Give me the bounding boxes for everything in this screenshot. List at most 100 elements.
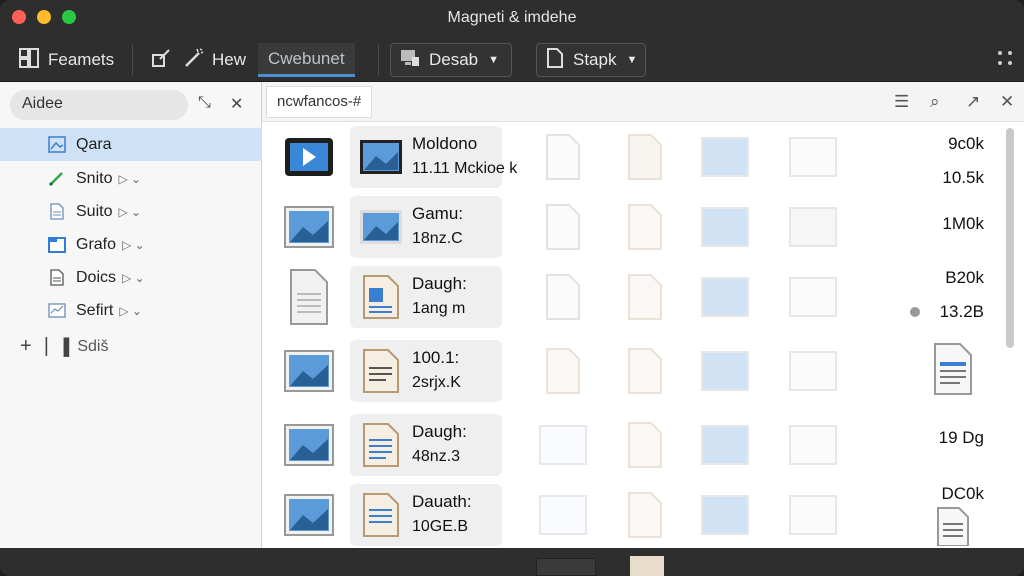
chevron-right-icon[interactable]: ▷ ⌄: [118, 172, 141, 186]
app-window: Magneti & imdehe Feamets Hew Cwebunet De…: [0, 0, 1024, 576]
sidebar-item-qara[interactable]: Qara: [0, 128, 262, 161]
image-thumbnail[interactable]: [786, 200, 840, 254]
image-thumbnail[interactable]: [698, 344, 752, 398]
pen-icon: [48, 172, 63, 187]
file-thumbnail[interactable]: [536, 344, 590, 398]
file-thumbnail[interactable]: [536, 270, 590, 324]
image-thumbnail[interactable]: [786, 270, 840, 324]
image-thumbnail[interactable]: [698, 418, 752, 472]
document-icon: [546, 134, 580, 180]
file-thumbnail[interactable]: [618, 130, 672, 184]
file-info-card[interactable]: Dauath: 10GE.B: [350, 484, 502, 546]
image-icon: [701, 425, 749, 465]
file-info-card[interactable]: 100.1: 2srjx.K: [350, 340, 502, 402]
share-dropdown[interactable]: Stapk ▼: [536, 43, 646, 77]
image-thumbnail[interactable]: [786, 418, 840, 472]
file-info-card[interactable]: Daugh: 1ang m: [350, 266, 502, 328]
sidebar-item-grafo[interactable]: Grafo ▷ ⌄: [0, 228, 262, 261]
chevron-right-icon[interactable]: ▷ ⌄: [122, 238, 145, 252]
collapse-icon[interactable]: ⤡: [198, 94, 211, 112]
image-thumbnail[interactable]: [282, 344, 336, 398]
grid-dots-icon: [996, 49, 1014, 72]
image-icon: [284, 206, 334, 248]
image-thumbnail[interactable]: [698, 488, 752, 542]
document-icon: [628, 492, 662, 538]
bar-icon: ▏▐: [45, 338, 70, 356]
image-thumbnail[interactable]: [536, 418, 590, 472]
image-thumbnail[interactable]: [786, 130, 840, 184]
sort-icon[interactable]: ☰: [894, 92, 909, 112]
file-size: 9c0k: [948, 134, 984, 153]
file-info-card[interactable]: Gamu: 18nz.C: [350, 196, 502, 258]
sidebar-item-suito[interactable]: Suito ▷ ⌄: [0, 195, 262, 228]
image-thumbnail[interactable]: [786, 488, 840, 542]
document-preview[interactable]: [926, 342, 980, 396]
close-icon[interactable]: ✕: [1000, 92, 1014, 112]
scrollbar-thumb[interactable]: [1006, 128, 1014, 348]
image-icon: [284, 424, 334, 466]
sidebar-item-label: Doics: [76, 268, 117, 286]
file-size: DC0k: [941, 484, 984, 503]
sidebar-item-label: Sefirt: [76, 301, 114, 319]
file-name: Moldono: [412, 134, 478, 153]
close-icon[interactable]: ✕: [230, 94, 243, 114]
file-row[interactable]: 100.1: 2srjx.K: [262, 338, 1002, 404]
sidebar-item-doics[interactable]: Doics ▷ ⌄: [0, 261, 262, 294]
title-bar: Magneti & imdehe: [0, 0, 1024, 36]
file-thumbnail[interactable]: [618, 488, 672, 542]
document-icon: [628, 134, 662, 180]
file-thumbnail[interactable]: [618, 200, 672, 254]
image-thumbnail[interactable]: [698, 200, 752, 254]
status-indicator: [536, 558, 596, 576]
file-row[interactable]: Daugh: 48nz.3 19 Dg: [262, 412, 1002, 478]
add-location-label: Sdiš: [77, 337, 109, 355]
more-options-button[interactable]: [988, 43, 1022, 77]
chevron-right-icon[interactable]: ▷ ⌄: [118, 205, 141, 219]
image-icon: [701, 495, 749, 535]
file-row[interactable]: Dauath: 10GE.B DC0k: [262, 482, 1002, 548]
add-location-button[interactable]: + ▏▐ Sdiš: [0, 330, 262, 363]
desktop-label: Desab: [429, 50, 479, 69]
file-grid: Moldono 11.11 Mckioe k 9c0k 10.5k Gamu:: [262, 122, 1002, 548]
image-thumbnail[interactable]: [698, 270, 752, 324]
image-icon: [48, 136, 66, 153]
chevron-right-icon[interactable]: ▷ ⌄: [122, 271, 145, 285]
vertical-scrollbar[interactable]: [1004, 128, 1016, 538]
file-size: 10.5k: [942, 168, 984, 187]
file-thumbnail[interactable]: [618, 270, 672, 324]
video-thumbnail[interactable]: [282, 130, 336, 184]
image-thumbnail[interactable]: [786, 344, 840, 398]
image-thumbnail[interactable]: [698, 130, 752, 184]
file-info-card[interactable]: Moldono 11.11 Mckioe k: [350, 126, 517, 188]
chart-icon: [48, 303, 66, 318]
image-thumbnail[interactable]: [282, 418, 336, 472]
file-thumbnail[interactable]: [536, 130, 590, 184]
search-input[interactable]: Aidee: [10, 90, 188, 120]
desktop-dropdown[interactable]: Desab ▼: [390, 43, 512, 77]
file-row[interactable]: Daugh: 1ang m B20k 13.2B: [262, 264, 1002, 330]
sidebar-item-sefirt[interactable]: Sefirt ▷ ⌄: [0, 294, 262, 327]
sidebar-item-label: Grafo: [76, 235, 117, 253]
file-row[interactable]: Gamu: 18nz.C 1M0k: [262, 194, 1002, 260]
image-thumbnail[interactable]: [536, 488, 590, 542]
file-row[interactable]: Moldono 11.11 Mckioe k 9c0k 10.5k: [262, 124, 1002, 190]
tab-active[interactable]: Cwebunet: [258, 43, 355, 77]
path-tab[interactable]: ncwfancos-#: [266, 86, 373, 118]
sidebar-item-label: Suito: [76, 202, 113, 220]
document-preview[interactable]: [926, 506, 980, 546]
formats-button[interactable]: Feamets: [10, 43, 122, 77]
file-info-card[interactable]: Daugh: 48nz.3: [350, 414, 502, 476]
expand-icon[interactable]: ↗: [966, 92, 980, 112]
image-thumbnail[interactable]: [282, 200, 336, 254]
sidebar-item-label: Qara: [76, 135, 112, 153]
search-icon[interactable]: ⌕: [930, 92, 940, 112]
sidebar-item-snito[interactable]: Snito ▷ ⌄: [0, 162, 262, 195]
document-icon: [546, 204, 580, 250]
chevron-right-icon[interactable]: ▷ ⌄: [119, 304, 142, 318]
image-thumbnail[interactable]: [282, 488, 336, 542]
file-thumbnail[interactable]: [282, 269, 336, 325]
file-thumbnail[interactable]: [618, 344, 672, 398]
file-thumbnail[interactable]: [536, 200, 590, 254]
new-button[interactable]: Hew: [174, 43, 254, 77]
file-thumbnail[interactable]: [618, 418, 672, 472]
